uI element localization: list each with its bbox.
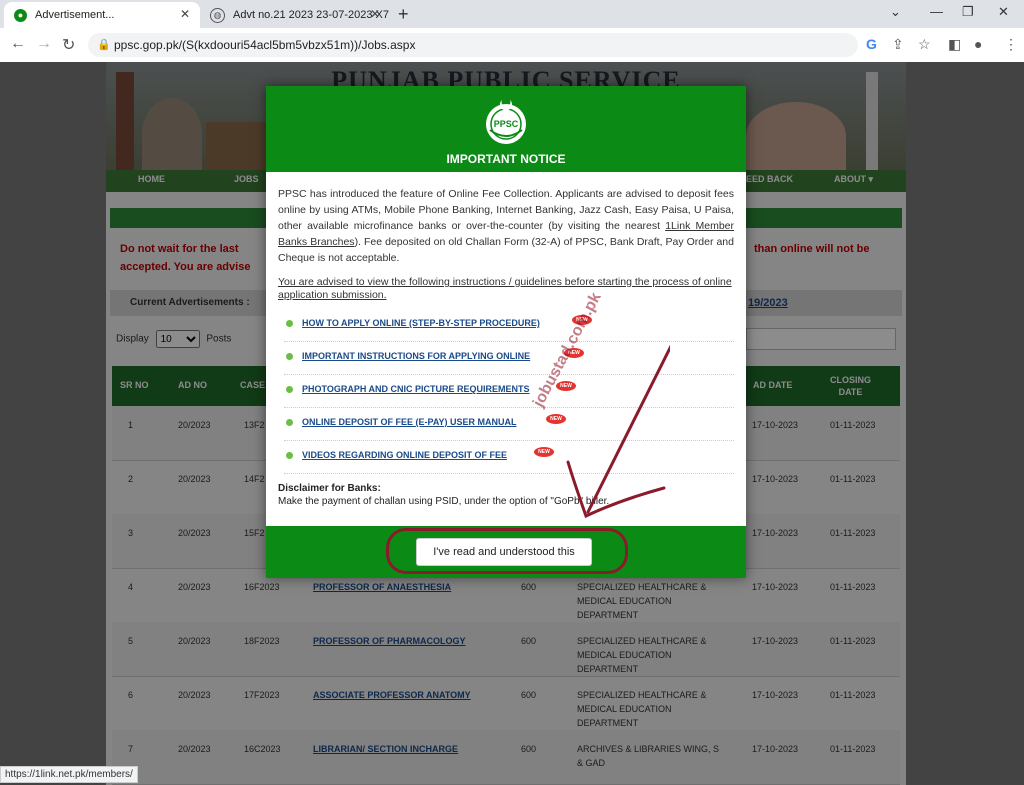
restore-icon[interactable]: ❐ [962,4,974,20]
epay-manual-link[interactable]: ONLINE DEPOSIT OF FEE (E-PAY) USER MANUA… [302,417,517,427]
google-icon[interactable]: G [866,36,877,52]
important-instructions-link[interactable]: IMPORTANT INSTRUCTIONS FOR APPLYING ONLI… [302,351,530,361]
read-understood-button[interactable]: I've read and understood this [416,538,592,566]
modal-header: PPSC IMPORTANT NOTICE [266,86,746,172]
forward-arrow-icon[interactable]: → [36,35,52,53]
important-notice-modal: PPSC IMPORTANT NOTICE PPSC has introduce… [266,86,746,578]
address-bar[interactable]: 🔒 ppsc.gop.pk/(S(kxdoouri54acl5bm5vbzx51… [88,33,858,57]
photograph-requirements-link[interactable]: PHOTOGRAPH AND CNIC PICTURE REQUIREMENTS [302,384,530,394]
globe-icon: ◍ [210,7,225,23]
share-icon[interactable]: ⇪ [892,36,904,53]
advise-text: You are advised to view the following in… [278,276,732,301]
lock-icon: 🔒 [97,39,111,51]
browser-toolbar: ← → ↻ 🔒 ppsc.gop.pk/(S(kxdoouri54acl5bm5… [0,28,1024,63]
disclaimer-title: Disclaimer for Banks: [278,483,381,494]
menu-kebab-icon[interactable]: ⋮ [1004,36,1018,53]
tab-title: Advt no.21 2023 23-07-2023 X7 [233,9,389,21]
close-window-icon[interactable]: ✕ [998,4,1009,20]
bullet-icon [286,353,293,360]
status-bar-url: https://1link.net.pk/members/ [0,766,138,783]
profile-avatar-icon[interactable]: ● [974,36,982,52]
ppsc-logo-icon: PPSC [486,100,526,144]
bullet-icon [286,386,293,393]
tab-advertisement[interactable]: ● Advertisement... ✕ [4,2,200,28]
logo-text: PPSC [494,119,519,129]
close-tab-icon[interactable]: ✕ [370,7,380,21]
browser-tab-bar: ● Advertisement... ✕ ◍ Advt no.21 2023 2… [0,0,1024,28]
tab-search-chevron-icon[interactable]: ⌄ [890,4,901,20]
new-badge: NEW [534,447,554,457]
page-viewport: PUNJAB PUBLIC SERVICE COMMISSION HOME JO… [0,62,1024,785]
url-text: ppsc.gop.pk/(S(kxdoouri54acl5bm5vbzx51m)… [114,38,416,52]
videos-link[interactable]: VIDEOS REGARDING ONLINE DEPOSIT OF FEE [302,450,507,460]
tab-advt-no21[interactable]: ◍ Advt no.21 2023 23-07-2023 X7 ✕ [200,2,390,28]
tab-title: Advertisement... [35,9,115,21]
minimize-icon[interactable]: — [930,4,943,19]
bullet-icon [286,320,293,327]
side-panel-icon[interactable]: ◧ [948,36,961,53]
back-arrow-icon[interactable]: ← [10,35,26,53]
how-to-apply-link[interactable]: HOW TO APPLY ONLINE (STEP-BY-STEP PROCED… [302,318,540,328]
notice-body: PPSC has introduced the feature of Onlin… [278,186,734,266]
bookmark-star-icon[interactable]: ☆ [918,36,931,53]
reload-icon[interactable]: ↻ [62,35,75,55]
bullet-icon [286,452,293,459]
modal-footer: I've read and understood this [266,526,746,578]
close-tab-icon[interactable]: ✕ [180,7,190,21]
bullet-icon [286,419,293,426]
modal-title: IMPORTANT NOTICE [446,152,566,166]
ppsc-favicon-icon: ● [14,8,27,22]
new-tab-icon[interactable]: + [398,4,409,25]
